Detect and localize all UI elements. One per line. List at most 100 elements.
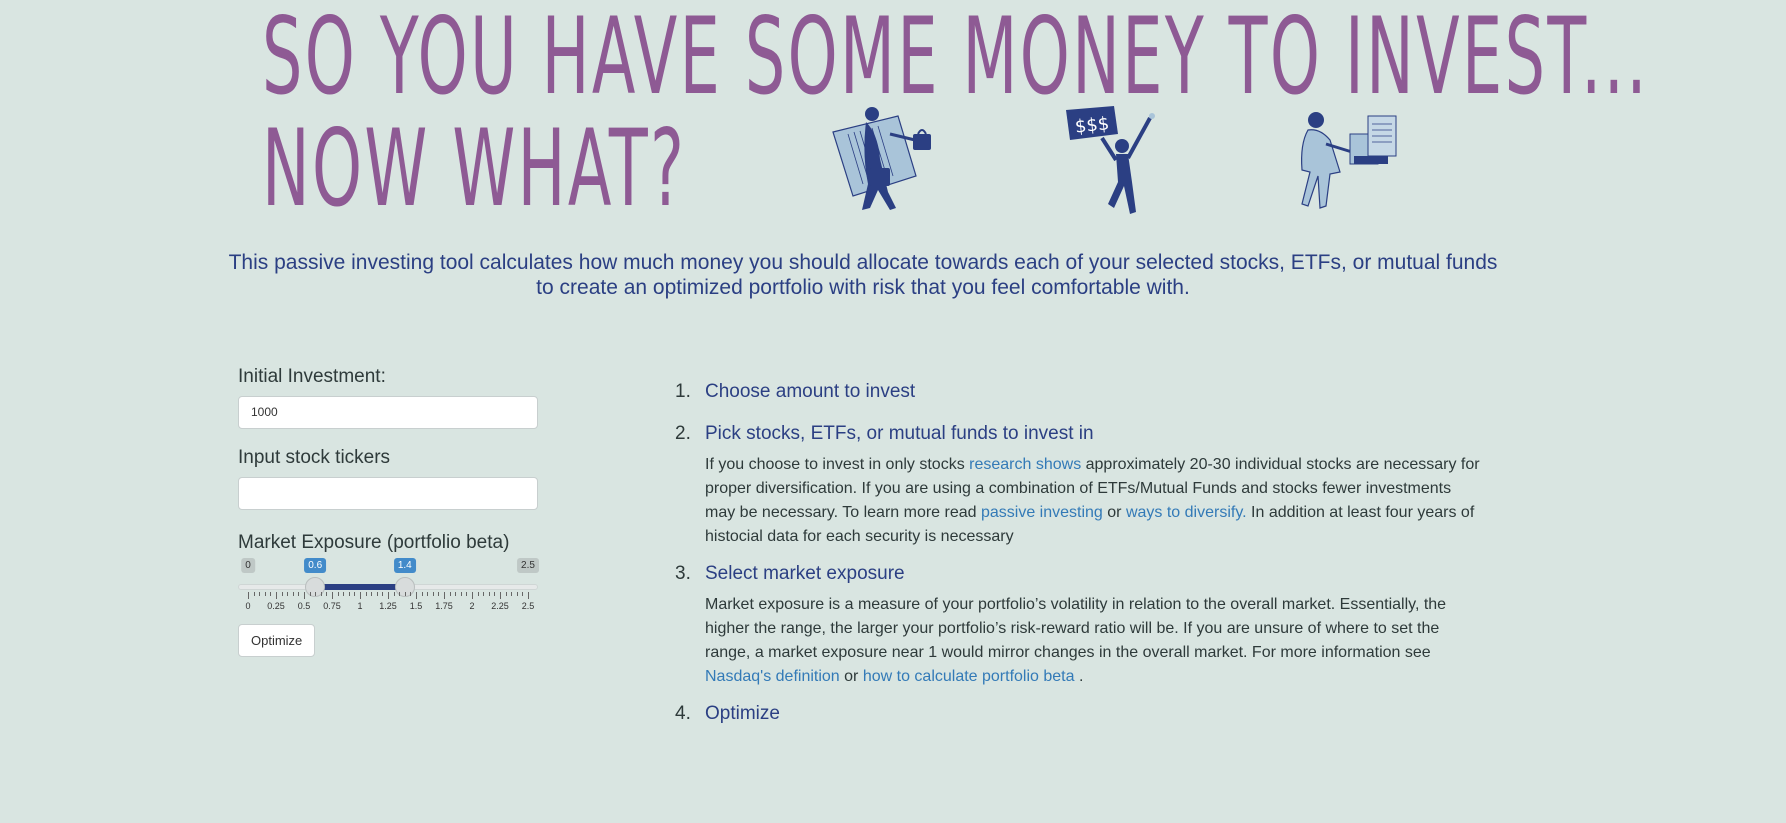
slider-minor-tick <box>354 592 356 596</box>
slider-minor-tick <box>320 592 322 596</box>
slider-minor-tick <box>287 592 289 596</box>
slider-minor-tick <box>399 592 401 596</box>
stock-tickers-label: Input stock tickers <box>238 447 391 468</box>
initial-investment-input[interactable]: 1000 <box>238 396 538 429</box>
slider-major-tick <box>248 592 249 599</box>
slider-minor-tick <box>404 592 406 596</box>
slider-minor-tick <box>483 592 485 596</box>
money-sign-text: $$$ <box>1074 113 1110 137</box>
slider-max-badge: 2.5 <box>517 558 539 573</box>
step-text: or <box>839 668 863 685</box>
slider-minor-tick <box>264 592 266 596</box>
slider-major-tick <box>276 592 277 599</box>
step-number: 1. <box>675 381 691 402</box>
slider-major-tick <box>416 592 417 599</box>
slider-tick-label: 2.5 <box>521 601 535 611</box>
step-4: 4. Optimize <box>675 697 1485 731</box>
slider-tick-label: 2 <box>469 601 475 611</box>
slider-minor-tick <box>522 592 524 596</box>
slider-minor-tick <box>348 592 350 596</box>
step-number: 4. <box>675 703 691 724</box>
slider-tick-label: 0.75 <box>323 601 341 611</box>
step-text: Market exposure is a measure of your por… <box>705 596 1447 661</box>
market-exposure-label: Market Exposure (portfolio beta) <box>238 532 510 553</box>
hero-title-line-2: NOW WHAT? <box>262 107 687 230</box>
slider-major-tick <box>360 592 361 599</box>
subtitle-line-2: to create an optimized portfolio with ri… <box>536 276 1190 299</box>
step-text: If you choose to invest in only stocks <box>705 456 970 473</box>
slider-minor-tick <box>455 592 457 596</box>
market-exposure-slider[interactable]: 0 2.5 0.6 1.4 0 0.25 0.5 0.75 1 1.25 1.5 1.75 2 2… <box>238 558 539 618</box>
slider-minor-tick <box>516 592 518 596</box>
slider-tick-label: 1 <box>357 601 363 611</box>
slider-major-tick <box>304 592 305 599</box>
slider-minor-tick <box>253 592 255 596</box>
slider-major-tick <box>332 592 333 599</box>
stock-tickers-input[interactable] <box>238 477 538 510</box>
slider-minor-tick <box>376 592 378 596</box>
slider-minor-tick <box>477 592 479 596</box>
research-shows-link[interactable]: research shows <box>969 456 1081 473</box>
nasdaq-definition-link[interactable]: Nasdaq's definition <box>705 668 840 685</box>
slider-major-tick <box>388 592 389 599</box>
slider-min-badge: 0 <box>241 558 255 573</box>
slider-minor-tick <box>315 592 317 596</box>
step-title: Select market exposure <box>705 563 905 584</box>
slider-tick-label: 0.5 <box>297 601 311 611</box>
slider-minor-tick <box>292 592 294 596</box>
slider-minor-tick <box>505 592 507 596</box>
slider-major-tick <box>500 592 501 599</box>
step-description: Market exposure is a measure of your por… <box>705 593 1485 689</box>
slider-minor-tick <box>365 592 367 596</box>
slider-tick-label: 1.75 <box>435 601 453 611</box>
step-text: or <box>1102 504 1126 521</box>
ways-to-diversify-link[interactable]: ways to diversify. <box>1126 504 1247 521</box>
slider-minor-tick <box>449 592 451 596</box>
slider-minor-tick <box>427 592 429 596</box>
step-2: 2. Pick stocks, ETFs, or mutual funds to… <box>675 417 1485 549</box>
slider-minor-tick <box>393 592 395 596</box>
subtitle: This passive investing tool calculates h… <box>200 250 1526 300</box>
slider-major-tick <box>444 592 445 599</box>
portfolio-beta-link[interactable]: how to calculate portfolio beta <box>863 668 1075 685</box>
slider-minor-tick <box>460 592 462 596</box>
slider-minor-tick <box>270 592 272 596</box>
slider-minor-tick <box>432 592 434 596</box>
slider-minor-tick <box>438 592 440 596</box>
slider-tick-label: 1.5 <box>409 601 423 611</box>
slider-minor-tick <box>494 592 496 596</box>
step-1: 1. Choose amount to invest <box>675 375 1485 409</box>
person-with-papers-illustration <box>1301 112 1397 209</box>
slider-minor-tick <box>259 592 261 596</box>
step-number: 3. <box>675 563 691 584</box>
slider-minor-tick <box>488 592 490 596</box>
slider-tick-label: 0.25 <box>267 601 285 611</box>
subtitle-line-1: This passive investing tool calculates h… <box>228 251 1498 274</box>
optimize-button[interactable]: Optimize <box>238 624 316 657</box>
slider-tick-label: 0 <box>245 601 251 611</box>
slider-major-tick <box>528 592 529 599</box>
step-title: Pick stocks, ETFs, or mutual funds to in… <box>705 423 1094 444</box>
step-title: Choose amount to invest <box>705 381 916 402</box>
slider-minor-tick <box>343 592 345 596</box>
hero-title-line-1: SO YOU HAVE SOME MONEY TO INVEST... <box>262 0 1649 118</box>
slider-low-value-badge: 0.6 <box>304 558 327 573</box>
person-with-money-sign-illustration: $$$ <box>1066 106 1155 214</box>
slider-minor-tick <box>337 592 339 596</box>
step-number: 2. <box>675 423 691 444</box>
slider-minor-tick <box>326 592 328 596</box>
step-text: . <box>1074 668 1084 685</box>
slider-minor-tick <box>309 592 311 596</box>
passive-investing-link[interactable]: passive investing <box>981 504 1103 521</box>
slider-minor-tick <box>410 592 412 596</box>
slider-tick-label: 2.25 <box>491 601 509 611</box>
slider-minor-tick <box>298 592 300 596</box>
slider-selected-range <box>315 584 405 590</box>
step-3: 3. Select market exposure Market exposur… <box>675 557 1485 689</box>
slider-minor-tick <box>371 592 373 596</box>
slider-minor-tick <box>281 592 283 596</box>
slider-high-value-badge: 1.4 <box>393 558 416 573</box>
input-form: Initial Investment: 1000 Input stock tic… <box>238 366 539 657</box>
slider-major-tick <box>472 592 473 599</box>
slider-minor-tick <box>382 592 384 596</box>
